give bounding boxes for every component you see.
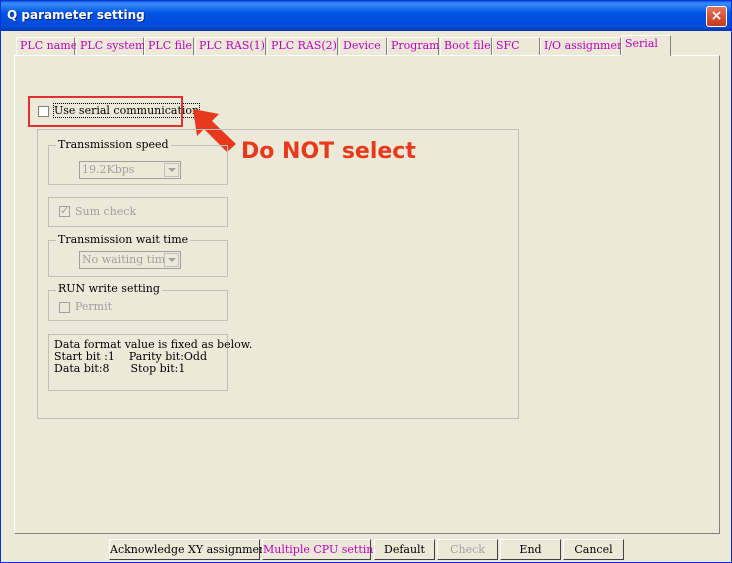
tab-io-assignment[interactable]: I/O assignment: [540, 37, 629, 55]
tab-program[interactable]: Program: [387, 37, 440, 55]
check-button[interactable]: Check: [437, 539, 498, 560]
transmission-speed-title: Transmission speed: [56, 138, 171, 151]
chevron-down-icon[interactable]: [164, 163, 179, 177]
window-title: Q parameter setting: [7, 8, 145, 22]
tab-plc-system[interactable]: PLC system: [76, 37, 145, 55]
permit-label: Permit: [75, 300, 113, 313]
tab-boot-file[interactable]: Boot file: [440, 37, 492, 55]
tab-plc-ras1[interactable]: PLC RAS(1): [195, 37, 266, 55]
close-button[interactable]: ×: [706, 6, 727, 27]
chevron-down-icon[interactable]: [164, 253, 179, 267]
tab-serial[interactable]: Serial: [621, 35, 671, 56]
tab-plc-file[interactable]: PLC file: [144, 37, 194, 55]
permit-checkbox[interactable]: [59, 302, 70, 313]
end-button[interactable]: End: [500, 539, 561, 560]
transmission-speed-value: 19.2Kbps: [82, 163, 135, 176]
default-button[interactable]: Default: [374, 539, 435, 560]
wait-time-value: No waiting time: [82, 253, 172, 266]
tab-device[interactable]: Device: [339, 37, 387, 55]
wait-time-select[interactable]: No waiting time: [79, 251, 181, 269]
sum-check-checkbox[interactable]: [59, 204, 70, 217]
parameter-dialog: Q parameter setting × PLC name PLC syste…: [0, 0, 732, 563]
data-format-line-3: Data bit:8 Stop bit:1: [54, 362, 186, 375]
cancel-button[interactable]: Cancel: [563, 539, 624, 560]
close-icon: ×: [710, 8, 723, 24]
tab-sfc[interactable]: SFC: [492, 37, 540, 55]
transmission-speed-select[interactable]: 19.2Kbps: [79, 161, 181, 179]
sum-check-label: Sum check: [75, 205, 137, 218]
multiple-cpu-settings-button[interactable]: Multiple CPU settings: [262, 539, 386, 560]
run-write-title: RUN write setting: [56, 282, 162, 295]
tab-plc-name[interactable]: PLC name: [16, 37, 77, 55]
acknowledge-xy-assignment-button[interactable]: Acknowledge XY assignment: [109, 539, 271, 560]
tab-plc-ras2[interactable]: PLC RAS(2): [267, 37, 338, 55]
wait-time-title: Transmission wait time: [56, 233, 191, 246]
title-bar[interactable]: Q parameter setting ×: [1, 1, 731, 31]
highlight-box: [28, 96, 183, 127]
